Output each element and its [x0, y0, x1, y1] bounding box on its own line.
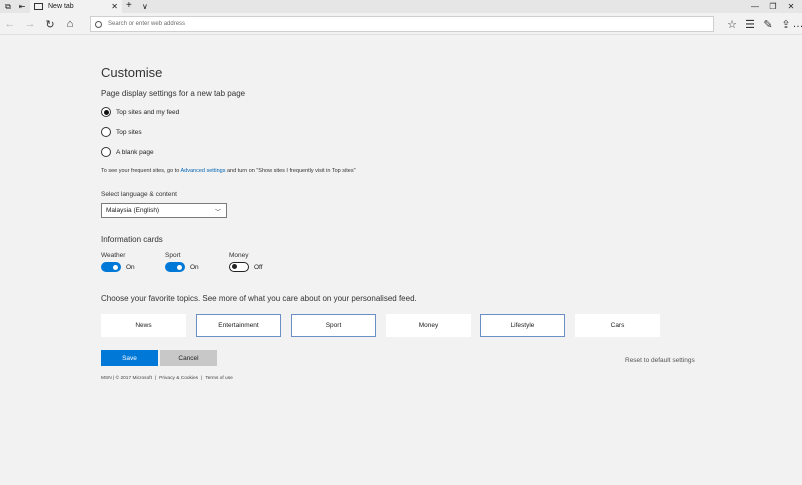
toggle-label: Weather [101, 252, 126, 259]
favorites-star-icon[interactable]: ☆ [724, 17, 740, 31]
maximize-icon[interactable]: ❐ [764, 0, 782, 13]
toggle-label: Money [229, 252, 249, 259]
switch-knob [113, 264, 118, 270]
radio-top-sites-and-feed[interactable]: Top sites and my feed [101, 107, 179, 117]
note-prefix: To see your frequent sites, go to [101, 168, 181, 174]
language-select[interactable]: Malaysia (English) ﹀ [101, 203, 227, 218]
sport-card-toggle: Sport On [165, 252, 199, 272]
display-settings-heading: Page display settings for a new tab page [101, 89, 246, 98]
radio-circle[interactable] [101, 147, 111, 157]
weather-switch[interactable] [101, 262, 121, 272]
language-label: Select language & content [101, 191, 177, 198]
weather-card-toggle: Weather On [101, 252, 135, 272]
sport-switch[interactable] [165, 262, 185, 272]
save-button[interactable]: Save [101, 350, 158, 366]
radio-blank-page[interactable]: A blank page [101, 147, 154, 157]
radio-label: Top sites [116, 128, 142, 136]
toggle-state: On [126, 263, 135, 271]
close-tab-icon[interactable]: ✕ [111, 2, 118, 11]
chevron-down-icon: ﹀ [214, 210, 221, 216]
radio-circle[interactable] [101, 127, 111, 137]
information-cards-heading: Information cards [101, 235, 163, 244]
privacy-link[interactable]: Privacy & Cookies [159, 376, 198, 381]
switch-knob [177, 264, 182, 270]
topic-sport[interactable]: Sport [291, 314, 376, 337]
topic-cars[interactable]: Cars [575, 314, 660, 337]
more-menu-icon[interactable]: … [793, 17, 802, 31]
footer-separator: | [154, 376, 157, 381]
radio-selected-dot [103, 109, 109, 115]
address-bar[interactable]: Search or enter web address [90, 16, 714, 32]
favorites-hub-icon[interactable]: ☰ [742, 17, 758, 31]
topic-news[interactable]: News [101, 314, 186, 337]
topic-entertainment[interactable]: Entertainment [196, 314, 281, 337]
money-card-toggle: Money Off [229, 252, 263, 272]
navigation-bar: ← → ↻ ⌂ Search or enter web address ☆ ☰ … [0, 13, 802, 35]
terms-link[interactable]: Terms of use [205, 376, 232, 381]
set-aside-tabs-icon[interactable]: ⇤ [15, 0, 29, 13]
tab-list-chevron-icon[interactable]: ∨ [142, 0, 148, 13]
topics-heading: Choose your favorite topics. See more of… [101, 294, 417, 303]
cancel-button[interactable]: Cancel [160, 350, 217, 366]
close-window-icon[interactable]: ✕ [782, 0, 800, 13]
radio-label: A blank page [116, 148, 154, 156]
title-bar: ⧉ ⇤ New tab ✕ + ∨ — ❐ ✕ [0, 0, 802, 13]
home-icon[interactable]: ⌂ [62, 17, 78, 31]
footer-separator: | [201, 376, 203, 381]
reset-defaults-link[interactable]: Reset to default settings [625, 357, 695, 364]
forward-arrow-icon[interactable]: → [22, 17, 38, 31]
money-switch[interactable] [229, 262, 249, 272]
top-sites-note: To see your frequent sites, go to Advanc… [101, 168, 356, 174]
footer: MSN | © 2017 Microsoft | Privacy & Cooki… [101, 376, 233, 381]
toggle-state: Off [254, 263, 263, 271]
refresh-icon[interactable]: ↻ [42, 17, 58, 31]
tab-preview-icon[interactable]: ⧉ [1, 0, 15, 13]
radio-top-sites[interactable]: Top sites [101, 127, 142, 137]
new-tab-plus-icon[interactable]: + [126, 0, 132, 12]
radio-label: Top sites and my feed [116, 108, 180, 116]
back-arrow-icon[interactable]: ← [2, 17, 18, 31]
search-icon [95, 20, 102, 28]
switch-knob [232, 264, 237, 269]
page-title: Customise [101, 65, 163, 80]
advanced-settings-link[interactable]: Advanced settings [181, 168, 226, 174]
toggle-state: On [190, 263, 199, 271]
toggle-label: Sport [165, 252, 181, 259]
topic-lifestyle[interactable]: Lifestyle [480, 314, 565, 337]
minimize-icon[interactable]: — [746, 0, 764, 13]
tab-new-tab[interactable]: New tab ✕ [30, 0, 122, 13]
topic-money[interactable]: Money [386, 314, 471, 337]
tab-favicon-icon [34, 3, 43, 10]
web-note-pen-icon[interactable]: ✎ [760, 17, 776, 31]
tab-title: New tab [48, 3, 74, 10]
address-placeholder: Search or enter web address [108, 21, 186, 27]
language-value: Malaysia (English) [106, 207, 160, 214]
radio-circle[interactable] [101, 107, 111, 117]
note-suffix: and turn on "Show sites I frequently vis… [225, 168, 356, 174]
copyright-text: MSN | © 2017 Microsoft [101, 376, 152, 381]
